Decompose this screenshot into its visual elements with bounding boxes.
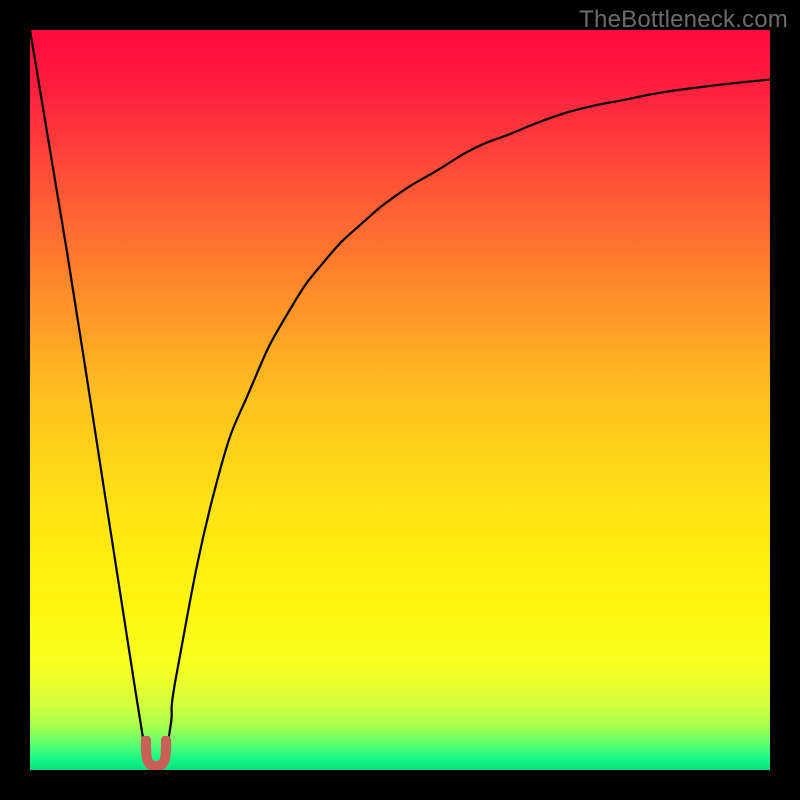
chart-curve: [30, 30, 770, 770]
chart-plot-area: [30, 30, 770, 770]
chart-frame: TheBottleneck.com: [0, 0, 800, 800]
u-marker-icon: [138, 736, 174, 770]
watermark-text: TheBottleneck.com: [579, 6, 788, 34]
